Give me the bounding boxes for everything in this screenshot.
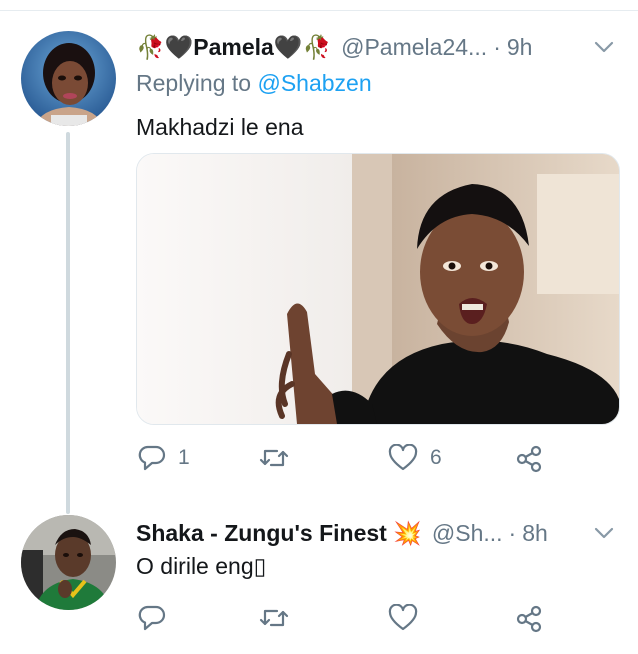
reply-count: 1 (178, 446, 190, 469)
heart-icon (388, 604, 418, 632)
retweet-icon (258, 604, 290, 632)
tweet-text: O dirile eng▯ (136, 553, 267, 579)
timestamp[interactable]: 9h (507, 34, 533, 61)
share-icon (514, 444, 544, 474)
replying-handle-link[interactable]: @Shabzen (257, 70, 371, 96)
reply-button[interactable] (138, 604, 178, 632)
like-button[interactable] (388, 604, 430, 632)
tweet-text: Makhadzi le ena (136, 114, 304, 140)
top-divider (0, 0, 638, 11)
share-icon (514, 604, 544, 634)
thread-line (66, 132, 70, 514)
retweet-button[interactable] (258, 604, 302, 632)
like-count: 6 (430, 446, 442, 469)
retweet-button[interactable] (258, 444, 302, 472)
reply-icon (138, 444, 166, 472)
avatar[interactable] (21, 31, 116, 126)
chevron-down-icon[interactable] (593, 36, 615, 58)
tweet-header: 🥀🖤Pamela🖤🥀 @Pamela24... · 9h (136, 34, 532, 61)
tweet-media-image[interactable] (136, 153, 620, 425)
heart-icon (388, 444, 418, 472)
reply-icon (138, 604, 166, 632)
share-button[interactable] (514, 444, 544, 474)
reply-button[interactable]: 1 (138, 444, 190, 472)
separator-dot: · (493, 34, 501, 60)
avatar[interactable] (21, 515, 116, 610)
user-handle[interactable]: @Pamela24... (341, 34, 487, 61)
replying-to: Replying to @Shabzen (136, 70, 372, 97)
chevron-down-icon[interactable] (593, 522, 615, 544)
like-button[interactable]: 6 (388, 444, 442, 472)
share-button[interactable] (514, 604, 544, 634)
user-handle[interactable]: @Sh... (432, 520, 503, 547)
separator-dot: · (508, 520, 517, 546)
replying-prefix: Replying to (136, 70, 252, 96)
tweet-header: Shaka - Zungu's Finest 💥 @Sh... · 8h (136, 520, 548, 547)
retweet-icon (258, 444, 290, 472)
display-name[interactable]: 🥀🖤Pamela🖤🥀 (136, 34, 331, 61)
timestamp[interactable]: 8h (522, 520, 548, 547)
display-name[interactable]: Shaka - Zungu's Finest 💥 (136, 520, 422, 547)
